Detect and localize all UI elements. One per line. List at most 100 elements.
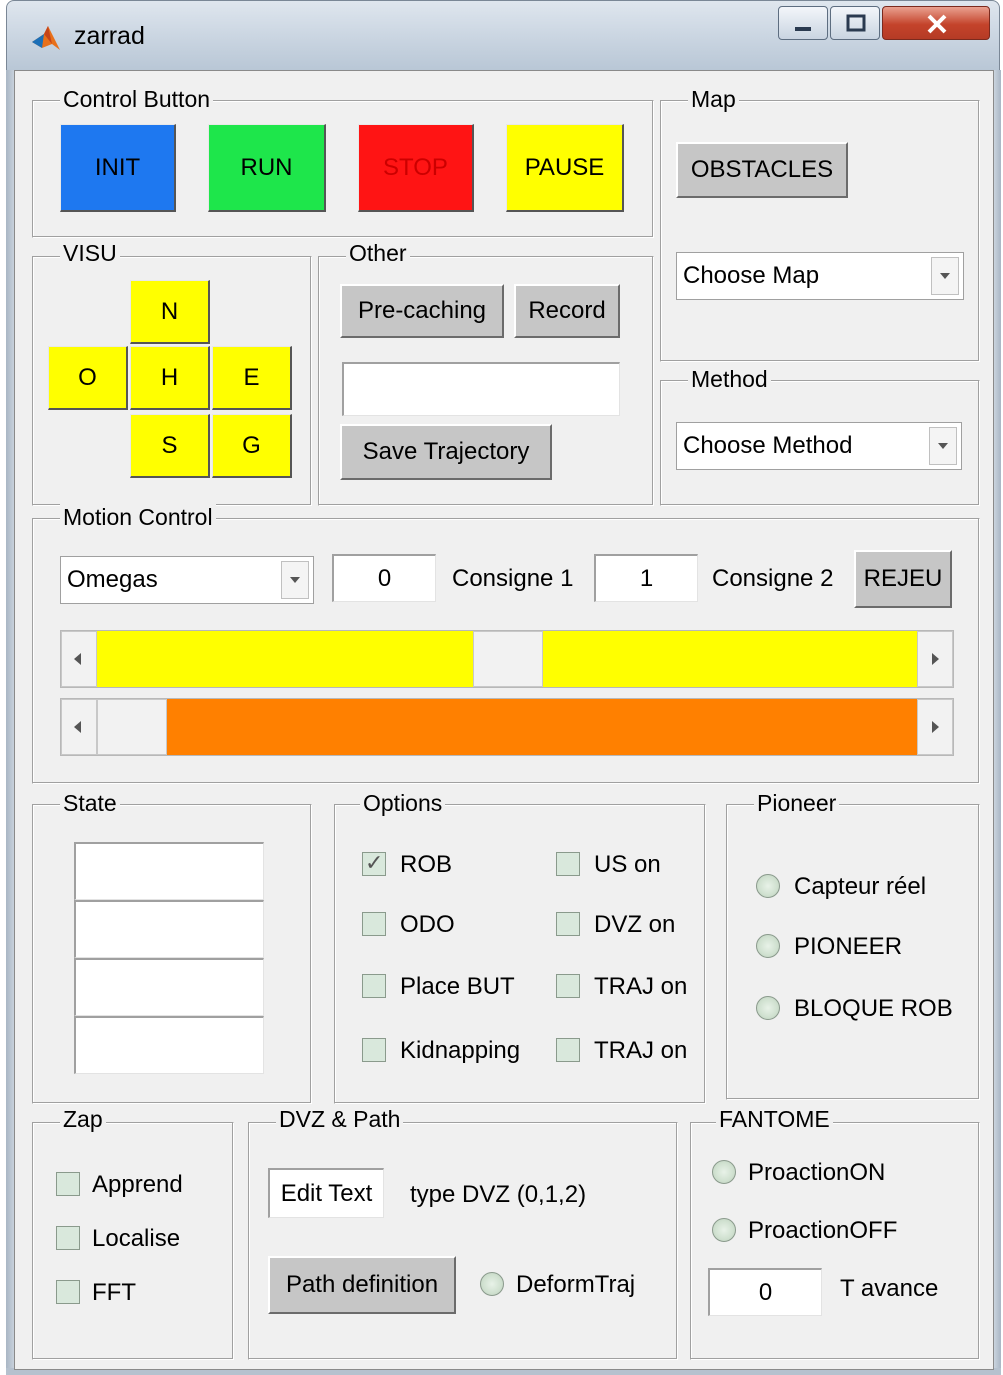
- pioneer-title: Pioneer: [754, 790, 840, 816]
- close-button[interactable]: [882, 6, 990, 40]
- chevron-down-icon[interactable]: [931, 257, 959, 295]
- record-button[interactable]: Record: [514, 284, 620, 338]
- type-dvz-label: type DVZ (0,1,2): [410, 1181, 587, 1208]
- map-title: Map: [688, 86, 739, 112]
- pre-caching-button[interactable]: Pre-caching: [340, 284, 504, 338]
- slider-2-thumb[interactable]: [97, 699, 167, 755]
- rob-checkbox[interactable]: [362, 850, 386, 876]
- state-title: State: [60, 790, 120, 816]
- slider-1-right-arrow-icon[interactable]: [917, 631, 953, 687]
- pioneer-radio[interactable]: [756, 934, 780, 958]
- dvz-type-field[interactable]: Edit Text: [268, 1168, 384, 1218]
- choose-method-value: Choose Method: [683, 432, 853, 459]
- choose-method-dropdown[interactable]: Choose Method: [676, 422, 962, 470]
- dvz-on-label: DVZ on: [594, 911, 676, 938]
- slider-2[interactable]: [60, 698, 954, 756]
- localise-label: Localise: [92, 1225, 181, 1252]
- kidnapping-label: Kidnapping: [400, 1037, 521, 1064]
- state-field-2[interactable]: [74, 900, 264, 958]
- pause-button[interactable]: PAUSE: [506, 124, 624, 212]
- options-title: Options: [360, 790, 446, 816]
- choose-map-value: Choose Map: [683, 262, 820, 289]
- consigne1-label: Consigne 1: [452, 565, 574, 592]
- other-title: Other: [346, 240, 410, 266]
- stop-button[interactable]: STOP: [358, 124, 474, 212]
- slider-2-track[interactable]: [167, 699, 917, 755]
- other-edit-field[interactable]: [342, 362, 620, 416]
- minimize-button[interactable]: [778, 6, 828, 40]
- localise-checkbox[interactable]: [56, 1226, 80, 1250]
- omegas-dropdown[interactable]: Omegas: [60, 556, 314, 604]
- consigne2-label: Consigne 2: [712, 565, 834, 592]
- state-field-3[interactable]: [74, 958, 264, 1016]
- bloque-rob-radio[interactable]: [756, 996, 780, 1020]
- place-but-label: Place BUT: [400, 973, 515, 1000]
- traj-on-label-2: TRAJ on: [594, 1037, 688, 1064]
- us-on-label: US on: [594, 851, 661, 878]
- maximize-button[interactable]: [830, 6, 880, 40]
- save-trajectory-button[interactable]: Save Trajectory: [340, 424, 552, 480]
- path-definition-button[interactable]: Path definition: [268, 1256, 456, 1314]
- odo-checkbox[interactable]: [362, 912, 386, 936]
- proaction-off-radio[interactable]: [712, 1218, 736, 1242]
- consigne1-field[interactable]: 0: [332, 554, 436, 602]
- visu-g-button[interactable]: G: [212, 414, 292, 478]
- traj-on-checkbox-2[interactable]: [556, 1038, 580, 1062]
- visu-s-button[interactable]: S: [130, 414, 210, 478]
- capteur-reel-radio[interactable]: [756, 874, 780, 898]
- t-avance-field[interactable]: 0: [708, 1268, 822, 1316]
- fft-checkbox[interactable]: [56, 1280, 80, 1304]
- deform-traj-radio[interactable]: [480, 1272, 504, 1296]
- slider-1-track-right[interactable]: [543, 631, 917, 687]
- state-field-4[interactable]: [74, 1016, 264, 1074]
- obstacles-button[interactable]: OBSTACLES: [676, 142, 848, 198]
- deform-traj-label: DeformTraj: [516, 1271, 636, 1298]
- pioneer-label: PIONEER: [794, 933, 903, 960]
- place-but-checkbox[interactable]: [362, 974, 386, 998]
- traj-on-checkbox-1[interactable]: [556, 974, 580, 998]
- close-icon: [927, 14, 947, 34]
- slider-2-right-arrow-icon[interactable]: [917, 699, 953, 755]
- chevron-down-icon[interactable]: [929, 427, 957, 465]
- control-button-title: Control Button: [60, 86, 214, 112]
- rejeu-button[interactable]: REJEU: [854, 550, 952, 608]
- odo-label: ODO: [400, 911, 455, 938]
- fft-label: FFT: [92, 1279, 136, 1306]
- chevron-down-icon[interactable]: [281, 561, 309, 599]
- dvz-path-panel: [248, 1122, 678, 1360]
- proaction-on-radio[interactable]: [712, 1160, 736, 1184]
- state-field-1[interactable]: [74, 842, 264, 900]
- proaction-off-label: ProactionOFF: [748, 1217, 898, 1244]
- run-button[interactable]: RUN: [208, 124, 326, 212]
- dvz-on-checkbox[interactable]: [556, 912, 580, 936]
- choose-map-dropdown[interactable]: Choose Map: [676, 252, 964, 300]
- visu-e-button[interactable]: E: [212, 346, 292, 410]
- visu-title: VISU: [60, 240, 120, 266]
- t-avance-label: T avance: [840, 1275, 939, 1302]
- visu-n-button[interactable]: N: [130, 280, 210, 344]
- kidnapping-checkbox[interactable]: [362, 1038, 386, 1062]
- slider-1[interactable]: [60, 630, 954, 688]
- visu-o-button[interactable]: O: [48, 346, 128, 410]
- proaction-on-label: ProactionON: [748, 1159, 886, 1186]
- init-button[interactable]: INIT: [60, 124, 176, 212]
- capteur-reel-label: Capteur réel: [794, 873, 927, 900]
- dvz-path-title: DVZ & Path: [276, 1106, 404, 1132]
- traj-on-label-1: TRAJ on: [594, 973, 688, 1000]
- motion-control-title: Motion Control: [60, 504, 216, 530]
- map-panel: [660, 100, 980, 362]
- slider-1-left-arrow-icon[interactable]: [61, 631, 97, 687]
- consigne2-field[interactable]: 1: [594, 554, 698, 602]
- window-title: zarrad: [74, 22, 145, 50]
- apprend-checkbox[interactable]: [56, 1172, 80, 1196]
- slider-1-thumb[interactable]: [473, 631, 543, 687]
- apprend-label: Apprend: [92, 1171, 183, 1198]
- bloque-rob-label: BLOQUE ROB: [794, 995, 953, 1022]
- window-frame-right: [993, 70, 1001, 1375]
- slider-2-left-arrow-icon[interactable]: [61, 699, 97, 755]
- visu-h-button[interactable]: H: [130, 346, 210, 410]
- slider-1-track-left[interactable]: [97, 631, 473, 687]
- us-on-checkbox[interactable]: [556, 852, 580, 876]
- rob-label: ROB: [400, 851, 453, 878]
- zap-title: Zap: [60, 1106, 106, 1132]
